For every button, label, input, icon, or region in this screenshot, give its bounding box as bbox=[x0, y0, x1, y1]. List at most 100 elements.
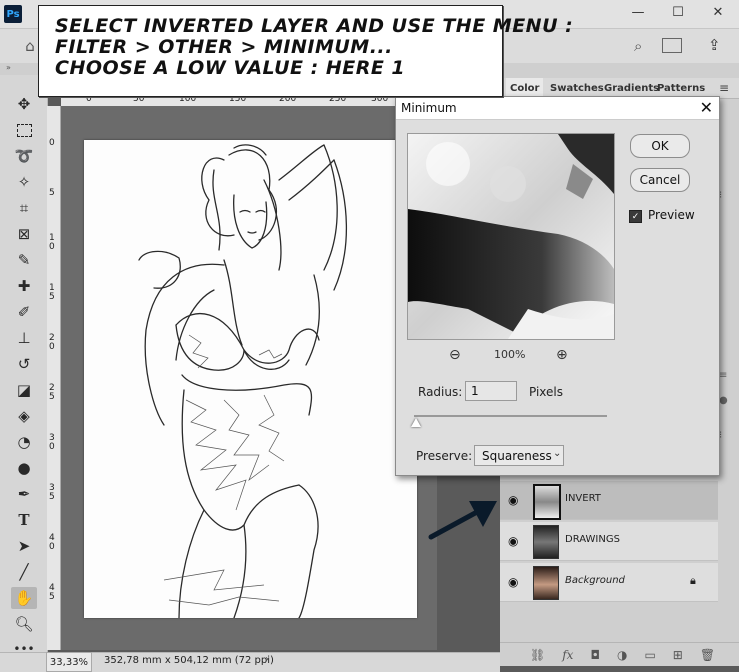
healing-brush-tool-icon[interactable]: ✚ bbox=[11, 275, 37, 297]
minimize-button[interactable]: — bbox=[618, 0, 658, 24]
ok-button[interactable]: OK bbox=[630, 134, 690, 158]
preview-zoom-level: 100% bbox=[494, 348, 526, 361]
radius-slider-track[interactable] bbox=[414, 415, 607, 417]
ruler-tick: 2 5 bbox=[49, 383, 55, 402]
layer-thumbnail bbox=[533, 566, 559, 600]
filter-preview[interactable] bbox=[407, 133, 615, 340]
layer-name: Background bbox=[565, 575, 625, 586]
panel-menu-icon[interactable]: ≡ bbox=[712, 78, 736, 98]
layer-name: DRAWINGS bbox=[565, 534, 620, 545]
ruler-tick: 4 5 bbox=[49, 583, 55, 602]
blur-tool-icon[interactable]: ◔ bbox=[11, 431, 37, 453]
preview-image bbox=[408, 134, 614, 339]
pencil-sketch-image bbox=[138, 144, 348, 619]
document-info: 352,78 mm x 504,12 mm (72 ppi) bbox=[104, 655, 274, 666]
chevron-down-icon: ⌄ bbox=[553, 448, 562, 459]
workspace-icon[interactable] bbox=[662, 38, 682, 53]
annotation-line-2: FILTER > OTHER > MINIMUM... bbox=[55, 36, 393, 58]
visibility-eye-icon[interactable]: ◉ bbox=[508, 493, 518, 507]
history-brush-tool-icon[interactable]: ↺ bbox=[11, 353, 37, 375]
tab-patterns[interactable]: Patterns bbox=[657, 78, 705, 98]
preserve-select[interactable]: Squareness bbox=[474, 445, 564, 466]
panel-menu-icon[interactable]: ≡ bbox=[719, 370, 731, 382]
magic-wand-tool-icon[interactable]: ✧ bbox=[11, 171, 37, 193]
zoom-level-field[interactable]: 33,33% bbox=[46, 652, 92, 672]
crop-tool-icon[interactable]: ⌗ bbox=[11, 197, 37, 219]
annotation-line-1: SELECT INVERTED LAYER AND USE THE MENU : bbox=[55, 15, 574, 37]
line-tool-icon[interactable]: ╱ bbox=[11, 561, 37, 583]
close-icon[interactable]: ✕ bbox=[700, 98, 713, 117]
eraser-tool-icon[interactable]: ◪ bbox=[11, 379, 37, 401]
pointer-arrow bbox=[428, 501, 497, 540]
type-tool-icon[interactable]: T bbox=[11, 509, 37, 531]
layers-footer: ⛓ fx ◘ ◑ ▭ ⊞ 🗑︎ bbox=[500, 642, 739, 666]
fx-icon[interactable]: fx bbox=[562, 648, 573, 662]
zoom-in-icon[interactable]: ⊕ bbox=[556, 347, 568, 363]
layer-row-background[interactable]: ◉ Background 🔒︎ bbox=[500, 563, 718, 602]
radius-unit-label: Pixels bbox=[529, 385, 564, 399]
ruler-tick: 3 0 bbox=[49, 433, 55, 452]
tutorial-annotation: SELECT INVERTED LAYER AND USE THE MENU :… bbox=[38, 5, 574, 97]
ruler-tick: 5 bbox=[49, 188, 55, 198]
paint-bucket-tool-icon[interactable]: ◈ bbox=[11, 405, 37, 427]
layer-thumbnail bbox=[533, 525, 559, 559]
close-window-button[interactable]: ✕ bbox=[698, 0, 738, 24]
marquee-tool-icon[interactable] bbox=[11, 119, 37, 141]
dialog-title: Minimum bbox=[401, 101, 457, 115]
tab-swatches[interactable]: Swatches bbox=[550, 78, 604, 98]
tab-gradients[interactable]: Gradients bbox=[604, 78, 659, 98]
cancel-button[interactable]: Cancel bbox=[630, 168, 690, 192]
panel-side-icon[interactable]: ⁝ bbox=[719, 190, 731, 202]
ruler-tick: 1 5 bbox=[49, 283, 55, 302]
ruler-tick: 2 0 bbox=[49, 333, 55, 352]
hand-tool-icon[interactable]: ✋ bbox=[11, 587, 37, 609]
share-icon[interactable]: ⇪ bbox=[708, 36, 721, 54]
adjustment-layer-icon[interactable]: ◑ bbox=[617, 648, 627, 662]
delete-layer-icon[interactable]: 🗑︎ bbox=[700, 648, 715, 662]
path-selection-tool-icon[interactable]: ➤ bbox=[11, 535, 37, 557]
minimum-filter-dialog: Minimum ✕ ⊖ 100% ⊕ OK Cancel ✓ Preview R… bbox=[395, 96, 720, 476]
maximize-button[interactable]: ☐ bbox=[658, 0, 698, 24]
new-group-icon[interactable]: ▭ bbox=[644, 648, 655, 662]
photoshop-logo: Ps bbox=[4, 5, 22, 23]
tab-color[interactable]: Color bbox=[506, 78, 544, 98]
visibility-eye-icon[interactable]: ◉ bbox=[508, 575, 518, 589]
zoom-out-icon[interactable]: ⊖ bbox=[449, 347, 461, 363]
preview-checkbox[interactable]: ✓ bbox=[629, 210, 642, 223]
brush-tool-icon[interactable]: ✐ bbox=[11, 301, 37, 323]
link-layers-icon[interactable]: ⛓ bbox=[530, 648, 545, 662]
ruler-tick: 1 0 bbox=[49, 233, 55, 252]
ruler-tick: 0 bbox=[49, 138, 55, 148]
new-layer-icon[interactable]: ⊞ bbox=[673, 648, 683, 662]
ruler-tick: 3 5 bbox=[49, 483, 55, 502]
search-icon[interactable]: ⌕ bbox=[634, 37, 642, 55]
panel-side-icon[interactable]: ● bbox=[719, 395, 731, 407]
eyedropper-tool-icon[interactable]: ✎ bbox=[11, 249, 37, 271]
document-canvas[interactable] bbox=[84, 140, 417, 619]
status-expand-icon[interactable]: › bbox=[265, 654, 269, 665]
panel-side-icon[interactable]: ⁝ bbox=[719, 430, 731, 442]
visibility-eye-icon[interactable]: ◉ bbox=[508, 534, 518, 548]
zoom-tool-icon[interactable]: 🔍︎ bbox=[11, 613, 37, 635]
radius-slider-handle[interactable] bbox=[410, 418, 421, 427]
lasso-tool-icon[interactable]: ➰ bbox=[11, 145, 37, 167]
radius-label: Radius: bbox=[418, 385, 463, 399]
preserve-label: Preserve: bbox=[416, 449, 473, 463]
frame-tool-icon[interactable]: ⊠ bbox=[11, 223, 37, 245]
layer-name: INVERT bbox=[565, 493, 601, 504]
collapse-tools-icon[interactable]: » bbox=[6, 63, 11, 72]
layer-row-invert[interactable]: ◉ INVERT bbox=[500, 481, 718, 520]
layer-row-drawings[interactable]: ◉ DRAWINGS bbox=[500, 522, 718, 561]
pen-tool-icon[interactable]: ✒ bbox=[11, 483, 37, 505]
vertical-ruler: 0 5 1 0 1 5 2 0 2 5 3 0 3 5 4 0 4 5 bbox=[47, 106, 61, 650]
annotation-line-3: CHOOSE A LOW VALUE : HERE 1 bbox=[55, 57, 406, 79]
ruler-tick: 4 0 bbox=[49, 533, 55, 552]
radius-input[interactable] bbox=[465, 381, 517, 401]
add-mask-icon[interactable]: ◘ bbox=[590, 648, 600, 662]
lock-icon: 🔒︎ bbox=[690, 574, 696, 587]
layer-thumbnail bbox=[533, 484, 561, 520]
stamp-tool-icon[interactable]: ⊥ bbox=[11, 327, 37, 349]
preview-label: Preview bbox=[648, 208, 695, 222]
move-tool-icon[interactable]: ✥ bbox=[11, 93, 37, 115]
dodge-tool-icon[interactable]: ● bbox=[11, 457, 37, 479]
